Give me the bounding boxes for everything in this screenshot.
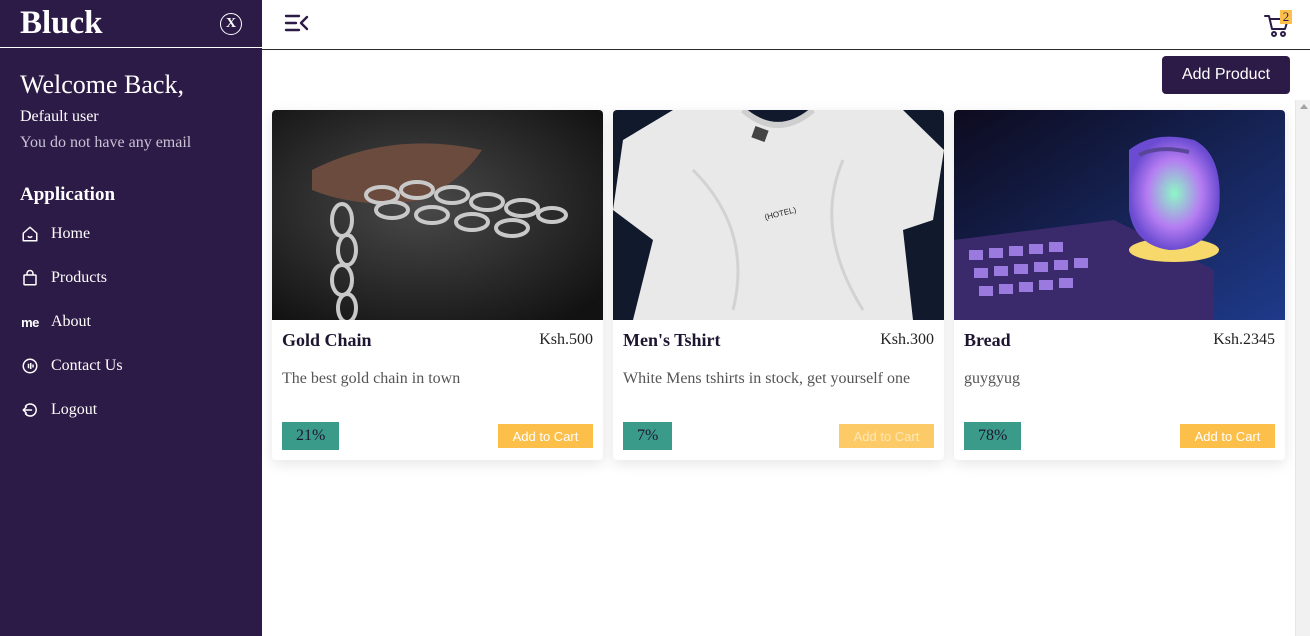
add-to-cart-button[interactable]: Add to Cart [839, 424, 934, 448]
sidebar: Bluck X Welcome Back, Default user You d… [0, 0, 262, 636]
close-sidebar-button[interactable]: X [220, 12, 242, 35]
product-description: guygyug [964, 370, 1020, 387]
gaming-mouse-photo [954, 110, 1285, 320]
sidebar-item-label: About [51, 313, 91, 330]
sidebar-item-logout[interactable]: Logout [0, 388, 262, 432]
product-price: Ksh.2345 [1213, 331, 1275, 348]
discount-badge: 7% [623, 422, 673, 450]
sidebar-item-label: Products [51, 269, 107, 286]
product-card: (HOTEL) Men's Tshirt Ksh.300 White Mens … [613, 110, 944, 460]
product-list: Gold Chain Ksh.500 The best gold chain i… [262, 100, 1295, 636]
brand-row: Bluck X [0, 0, 262, 48]
product-description: The best gold chain in town [282, 370, 461, 387]
product-title: Gold Chain [282, 329, 372, 350]
cart-button[interactable]: 2 [1264, 10, 1292, 38]
product-description: White Mens tshirts in stock, get yoursel… [623, 370, 911, 387]
product-price: Ksh.300 [880, 331, 934, 348]
logout-icon [20, 400, 40, 420]
product-title: Bread [964, 329, 1011, 350]
sidebar-item-label: Home [51, 225, 91, 242]
product-price: Ksh.500 [539, 331, 593, 348]
sidebar-item-contact-us[interactable]: Contact Us [0, 344, 262, 388]
me-icon: me [21, 314, 39, 330]
add-product-button[interactable]: Add Product [1162, 56, 1290, 94]
home-icon [20, 224, 40, 244]
welcome-heading: Welcome Back, [20, 70, 184, 99]
sidebar-item-label: Contact Us [51, 357, 123, 374]
add-to-cart-button[interactable]: Add to Cart [498, 424, 593, 448]
sidebar-item-home[interactable]: Home [0, 212, 262, 256]
chain-hand-photo [272, 110, 603, 320]
user-email: You do not have any email [20, 134, 192, 151]
discount-badge: 78% [964, 422, 1022, 450]
product-card: Gold Chain Ksh.500 The best gold chain i… [272, 110, 603, 460]
contact-icon [20, 356, 40, 376]
shopping-bag-icon [20, 268, 40, 288]
vertical-scrollbar[interactable] [1295, 100, 1310, 636]
add-to-cart-button[interactable]: Add to Cart [1180, 424, 1275, 448]
sidebar-item-products[interactable]: Products [0, 256, 262, 300]
sidebar-nav: Home Products me About Contact Us Logout [0, 212, 262, 432]
cart-count-badge: 2 [1280, 10, 1292, 24]
user-name: Default user [20, 108, 99, 125]
product-title: Men's Tshirt [623, 329, 721, 350]
brand-logo[interactable]: Bluck [20, 7, 103, 40]
top-bar: 2 [262, 0, 1310, 50]
sidebar-item-label: Logout [51, 401, 98, 418]
scroll-up-arrow-icon[interactable] [1300, 104, 1308, 109]
sidebar-item-about[interactable]: me About [0, 300, 262, 344]
discount-badge: 21% [282, 422, 340, 450]
nav-section-title: Application [20, 184, 116, 205]
white-tshirt-photo: (HOTEL) [613, 110, 944, 320]
product-card: Bread Ksh.2345 guygyug 78% Add to Cart [954, 110, 1285, 460]
collapse-menu-icon[interactable] [284, 12, 310, 34]
